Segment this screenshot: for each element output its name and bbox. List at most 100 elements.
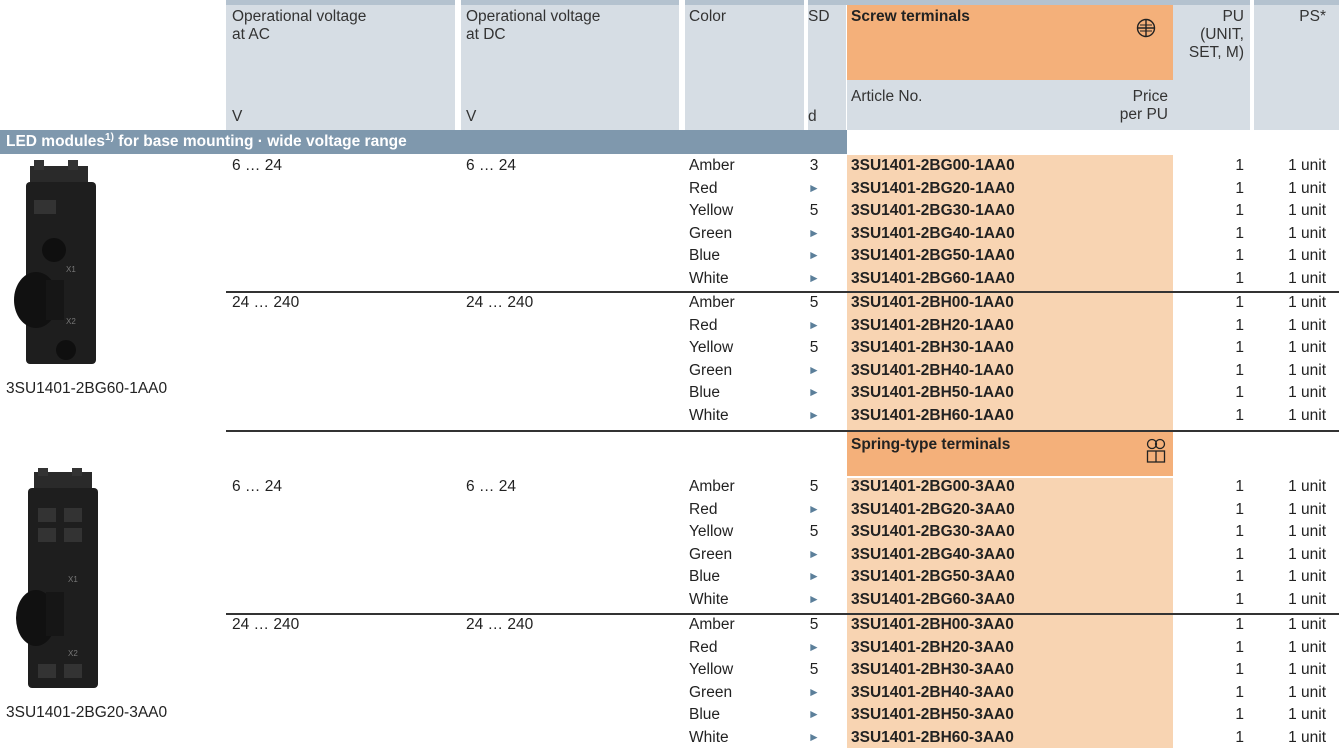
article-number: 3SU1401-2BG00-3AA0 <box>851 478 1015 495</box>
screw-image-caption: 3SU1401-2BG60-1AA0 <box>6 380 168 397</box>
spring-terminal-icon <box>1146 438 1166 463</box>
ps-cell: 1 unit <box>1288 729 1326 746</box>
ps-cell: 1 unit <box>1288 683 1326 701</box>
ps-cell: 1 unit <box>1288 270 1326 287</box>
header-ac: Operational voltage at AC <box>232 8 367 43</box>
article-number: 3SU1401-2BH50-3AA0 <box>851 706 1014 724</box>
header-color: Color <box>689 8 727 25</box>
voltage-ac: 24 … 240 <box>232 616 300 633</box>
article-number: 3SU1401-2BH20-3AA0 <box>851 638 1014 656</box>
article-number: 3SU1401-2BG40-3AA0 <box>851 545 1015 563</box>
color-cell: Yellow <box>689 661 734 679</box>
article-number: 3SU1401-2BG20-3AA0 <box>851 500 1015 518</box>
sd-cell: ► <box>808 684 820 699</box>
sd-cell: ► <box>808 546 820 561</box>
header-dc: Operational voltage at DC <box>466 8 601 43</box>
color-cell: White <box>689 729 729 746</box>
ps-cell: 1 unit <box>1288 202 1326 220</box>
article-number: 3SU1401-2BG50-1AA0 <box>851 247 1015 265</box>
pu-cell: 1 <box>1235 500 1244 518</box>
sd-cell: ► <box>808 271 820 285</box>
voltage-ac: 24 … 240 <box>232 294 300 311</box>
voltage-ac: 6 … 24 <box>232 157 282 174</box>
pu-cell: 1 <box>1235 683 1244 701</box>
ps-cell: 1 unit <box>1288 523 1326 541</box>
pu-cell: 1 <box>1235 384 1244 402</box>
article-number: 3SU1401-2BH20-1AA0 <box>851 316 1014 334</box>
header-unit-ac: V <box>232 108 243 125</box>
color-cell: Blue <box>689 706 721 724</box>
pu-cell: 1 <box>1235 361 1244 379</box>
color-cell: Blue <box>689 247 721 265</box>
header-white-gaps <box>455 0 461 130</box>
pu-cell: 1 <box>1235 523 1244 541</box>
color-cell: Red <box>689 316 718 334</box>
ps-cell: 1 unit <box>1288 361 1326 379</box>
pu-cell: 1 <box>1235 478 1244 495</box>
article-number: 3SU1401-2BH60-3AA0 <box>851 729 1014 746</box>
color-cell: Green <box>689 361 733 379</box>
pu-cell: 1 <box>1235 407 1244 424</box>
color-cell: Amber <box>689 294 735 311</box>
article-number: 3SU1401-2BG30-1AA0 <box>851 202 1015 220</box>
pu-cell: 1 <box>1235 638 1244 656</box>
pu-cell: 1 <box>1235 616 1244 633</box>
ps-cell: 1 unit <box>1288 591 1326 608</box>
pu-cell: 1 <box>1235 729 1244 746</box>
group-separator <box>226 613 1339 615</box>
article-number: 3SU1401-2BH60-1AA0 <box>851 407 1014 424</box>
color-cell: White <box>689 591 729 608</box>
article-number: 3SU1401-2BG00-1AA0 <box>851 157 1015 174</box>
sd-cell: 5 <box>809 661 819 679</box>
article-number: 3SU1401-2BG60-3AA0 <box>851 591 1015 608</box>
header-price: Price per PU <box>1119 88 1168 123</box>
voltage-dc: 24 … 240 <box>466 294 534 311</box>
color-cell: White <box>689 270 729 287</box>
section-title: LED modules1) for base mounting · wide v… <box>0 130 847 154</box>
sd-cell: 5 <box>809 294 819 311</box>
header-white-gap-2 <box>679 0 685 130</box>
voltage-dc: 6 … 24 <box>466 157 516 174</box>
screw-terminal-icon <box>1136 18 1156 38</box>
ps-cell: 1 unit <box>1288 339 1326 357</box>
article-number: 3SU1401-2BG30-3AA0 <box>851 523 1015 541</box>
pu-cell: 1 <box>1235 224 1244 242</box>
sd-cell: ► <box>808 317 820 332</box>
header-unit-sd: d <box>808 108 817 125</box>
sd-cell: ► <box>808 639 820 654</box>
article-number: 3SU1401-2BG20-1AA0 <box>851 179 1015 197</box>
sd-cell: ► <box>808 730 820 744</box>
group-separator <box>226 291 1339 293</box>
header-topline <box>226 0 1339 5</box>
color-cell: Amber <box>689 478 735 495</box>
article-number: 3SU1401-2BH00-1AA0 <box>851 294 1014 311</box>
header-ps: PS* <box>1299 8 1326 25</box>
color-cell: Yellow <box>689 202 734 220</box>
pu-cell: 1 <box>1235 591 1244 608</box>
svg-text:X2: X2 <box>68 649 78 658</box>
led-module-screw-image: X1 X2 <box>14 160 96 364</box>
color-cell: Red <box>689 638 718 656</box>
pu-cell: 1 <box>1235 706 1244 724</box>
article-number: 3SU1401-2BH30-1AA0 <box>851 339 1014 357</box>
sd-cell: 5 <box>809 523 819 541</box>
sd-cell: 3 <box>809 157 819 174</box>
sd-cell: ► <box>808 248 820 263</box>
ps-cell: 1 unit <box>1288 545 1326 563</box>
pu-cell: 1 <box>1235 661 1244 679</box>
pu-cell: 1 <box>1235 545 1244 563</box>
voltage-dc: 6 … 24 <box>466 478 516 495</box>
color-cell: Green <box>689 683 733 701</box>
color-cell: Amber <box>689 157 735 174</box>
color-cell: White <box>689 407 729 424</box>
color-cell: Red <box>689 500 718 518</box>
sd-cell: ► <box>808 180 820 195</box>
sd-cell: 5 <box>809 202 819 220</box>
header-unit-dc: V <box>466 108 477 125</box>
color-cell: Blue <box>689 384 721 402</box>
pu-cell: 1 <box>1235 339 1244 357</box>
header-white-gap-4 <box>1250 0 1254 130</box>
sd-cell: ► <box>808 592 820 606</box>
color-cell: Green <box>689 224 733 242</box>
article-number: 3SU1401-2BH40-1AA0 <box>851 361 1014 379</box>
